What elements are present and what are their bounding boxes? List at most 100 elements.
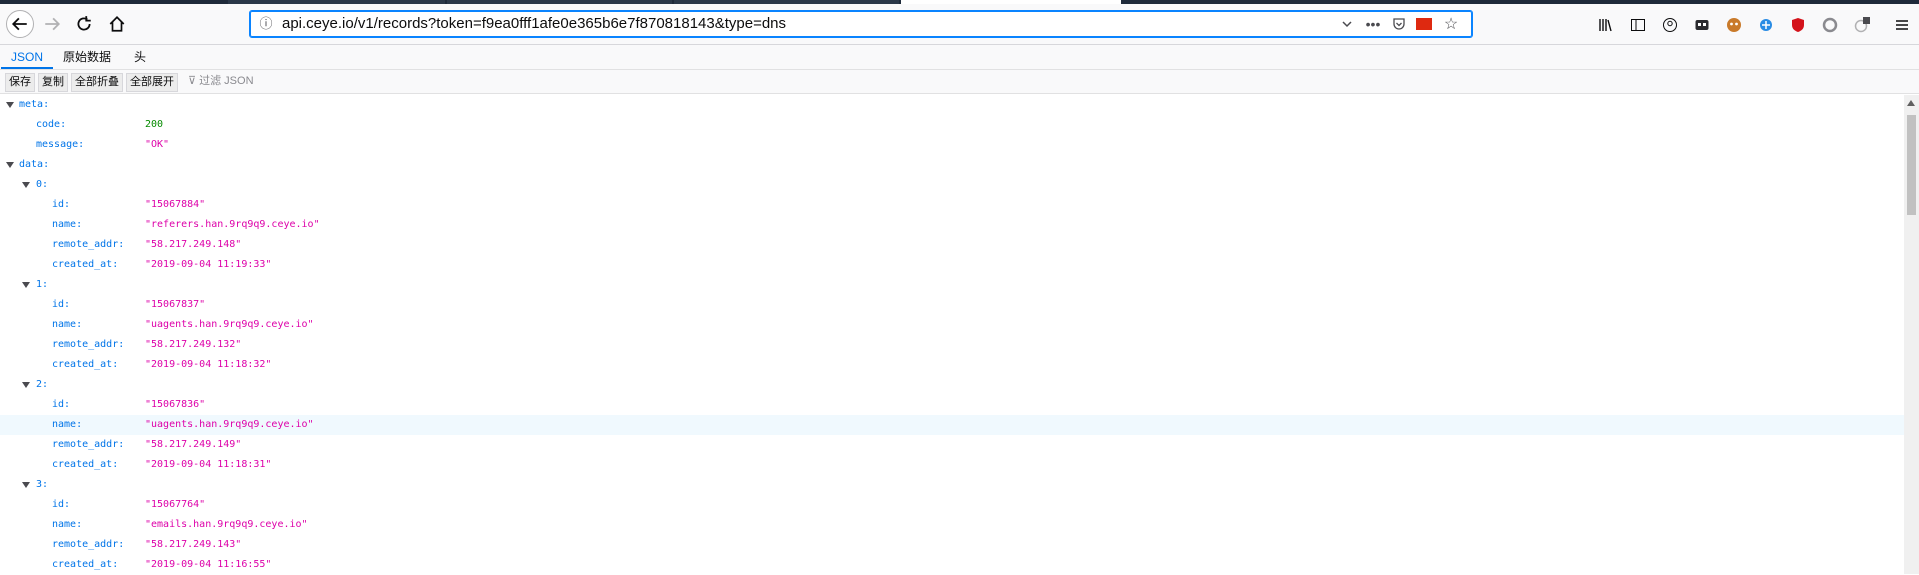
tree-row[interactable]: created_at: "2019-09-04 11:16:55" xyxy=(0,555,1904,575)
json-value: "uagents.han.9rq9q9.ceye.io" xyxy=(145,419,314,430)
extension-grey-icon[interactable] xyxy=(1821,16,1839,34)
tampermonkey-icon[interactable] xyxy=(1725,16,1743,34)
tree-row-message[interactable]: message: "OK" xyxy=(0,135,1904,155)
library-icon[interactable] xyxy=(1597,16,1615,34)
collapse-all-button[interactable]: 全部折叠 xyxy=(71,73,123,92)
json-key: id: xyxy=(52,399,71,410)
tree-row-hovered[interactable]: name: "uagents.han.9rq9q9.ceye.io" xyxy=(0,415,1904,435)
expand-all-button[interactable]: 全部展开 xyxy=(126,73,178,92)
url-text[interactable]: api.ceye.io/v1/records?token=f9ea0fff1af… xyxy=(282,11,786,37)
json-key: created_at: xyxy=(52,359,119,370)
tree-row-code[interactable]: code: 200 xyxy=(0,115,1904,135)
china-flag-icon[interactable] xyxy=(1416,18,1432,30)
info-icon[interactable]: ⓘ xyxy=(258,16,274,32)
save-button[interactable]: 保存 xyxy=(5,73,35,92)
json-value: "15067836" xyxy=(145,399,206,410)
json-value: "58.217.249.143" xyxy=(145,539,242,550)
ublock-icon[interactable] xyxy=(1789,16,1807,34)
json-key: code: xyxy=(36,119,67,130)
tree-row-record-index[interactable]: 3: xyxy=(0,475,1904,495)
extension-blue-icon[interactable] xyxy=(1757,16,1775,34)
tree-row-data[interactable]: data: xyxy=(0,155,1904,175)
tree-row[interactable]: remote_addr: "58.217.249.148" xyxy=(0,235,1904,255)
json-value: "58.217.249.132" xyxy=(145,339,242,350)
json-value: "2019-09-04 11:16:55" xyxy=(145,559,272,570)
json-value: "2019-09-04 11:18:31" xyxy=(145,459,272,470)
json-key: remote_addr: xyxy=(52,239,125,250)
scrollbar-thumb[interactable] xyxy=(1907,115,1916,215)
twisty-icon[interactable] xyxy=(22,282,30,288)
back-button[interactable] xyxy=(6,10,34,38)
json-value: "58.217.249.148" xyxy=(145,239,242,250)
tree-row[interactable]: remote_addr: "58.217.249.149" xyxy=(0,435,1904,455)
json-value: "referers.han.9rq9q9.ceye.io" xyxy=(145,219,320,230)
twisty-icon[interactable] xyxy=(6,162,14,168)
scroll-up-arrow-icon[interactable] xyxy=(1907,100,1915,106)
filter-icon: ⊽ xyxy=(188,75,197,87)
tree-row-record-index[interactable]: 2: xyxy=(0,375,1904,395)
tab-headers[interactable]: 头 xyxy=(124,45,156,69)
json-key: remote_addr: xyxy=(52,339,125,350)
json-key: id: xyxy=(52,199,71,210)
tree-row-record-index[interactable]: 0: xyxy=(0,175,1904,195)
tab-json[interactable]: JSON xyxy=(1,45,54,69)
tab-raw-data[interactable]: 原始数据 xyxy=(53,45,121,69)
json-key: name: xyxy=(52,519,83,530)
tree-row[interactable]: created_at: "2019-09-04 11:18:31" xyxy=(0,455,1904,475)
json-viewer-tabs: JSON 原始数据 头 xyxy=(0,45,1919,70)
tree-row[interactable]: name: "uagents.han.9rq9q9.ceye.io" xyxy=(0,315,1904,335)
tree-row[interactable]: name: "referers.han.9rq9q9.ceye.io" xyxy=(0,215,1904,235)
json-key: meta: xyxy=(19,99,50,110)
reader-extension-icon[interactable] xyxy=(1853,16,1871,34)
json-key: name: xyxy=(52,219,83,230)
json-value: "uagents.han.9rq9q9.ceye.io" xyxy=(145,319,314,330)
json-value: "OK" xyxy=(145,139,170,150)
reload-button[interactable] xyxy=(70,10,98,38)
hamburger-menu-icon[interactable] xyxy=(1893,16,1911,34)
tree-row[interactable]: id: "15067837" xyxy=(0,295,1904,315)
address-bar[interactable]: ⓘ api.ceye.io/v1/records?token=f9ea0fff1… xyxy=(249,10,1473,38)
tree-row[interactable]: remote_addr: "58.217.249.143" xyxy=(0,535,1904,555)
reload-icon xyxy=(77,16,91,31)
arrow-right-icon xyxy=(45,17,61,31)
twisty-icon[interactable] xyxy=(22,182,30,188)
sidebar-icon[interactable] xyxy=(1629,16,1647,34)
tree-row[interactable]: id: "15067836" xyxy=(0,395,1904,415)
json-key: 2: xyxy=(36,379,49,390)
more-actions-icon[interactable]: ••• xyxy=(1364,16,1382,32)
tree-row-record-index[interactable]: 1: xyxy=(0,275,1904,295)
copy-button[interactable]: 复制 xyxy=(38,73,68,92)
pocket-icon[interactable] xyxy=(1390,16,1408,32)
json-key: remote_addr: xyxy=(52,439,125,450)
tree-row-meta[interactable]: meta: xyxy=(0,95,1904,115)
json-key: id: xyxy=(52,299,71,310)
tree-row[interactable]: created_at: "2019-09-04 11:18:32" xyxy=(0,355,1904,375)
json-value: "58.217.249.149" xyxy=(145,439,242,450)
home-button[interactable] xyxy=(103,10,131,38)
navigation-toolbar: ⓘ api.ceye.io/v1/records?token=f9ea0fff1… xyxy=(0,4,1919,45)
bookmark-star-icon[interactable]: ☆ xyxy=(1442,16,1460,33)
filter-json-input[interactable]: ⊽ 过滤 JSON xyxy=(188,73,254,90)
filter-placeholder: 过滤 JSON xyxy=(199,75,254,87)
containers-icon[interactable] xyxy=(1693,16,1711,34)
json-value: "2019-09-04 11:19:33" xyxy=(145,259,272,270)
chevron-down-icon[interactable] xyxy=(1338,16,1356,32)
tree-row[interactable]: id: "15067764" xyxy=(0,495,1904,515)
twisty-icon[interactable] xyxy=(22,382,30,388)
forward-button[interactable] xyxy=(38,10,66,38)
json-key: created_at: xyxy=(52,259,119,270)
tree-row[interactable]: name: "emails.han.9rq9q9.ceye.io" xyxy=(0,515,1904,535)
json-key: created_at: xyxy=(52,559,119,570)
account-icon[interactable] xyxy=(1661,16,1679,34)
json-key: 3: xyxy=(36,479,49,490)
json-key: id: xyxy=(52,499,71,510)
twisty-icon[interactable] xyxy=(22,482,30,488)
tree-row[interactable]: remote_addr: "58.217.249.132" xyxy=(0,335,1904,355)
twisty-icon[interactable] xyxy=(6,102,14,108)
json-key: name: xyxy=(52,419,83,430)
tree-row[interactable]: created_at: "2019-09-04 11:19:33" xyxy=(0,255,1904,275)
json-tree: meta: code: 200 message: "OK" data: 0: i… xyxy=(0,95,1904,574)
tree-row[interactable]: id: "15067884" xyxy=(0,195,1904,215)
json-toolbar: 保存 复制 全部折叠 全部展开 ⊽ 过滤 JSON xyxy=(0,70,1919,94)
vertical-scrollbar[interactable] xyxy=(1904,95,1919,574)
